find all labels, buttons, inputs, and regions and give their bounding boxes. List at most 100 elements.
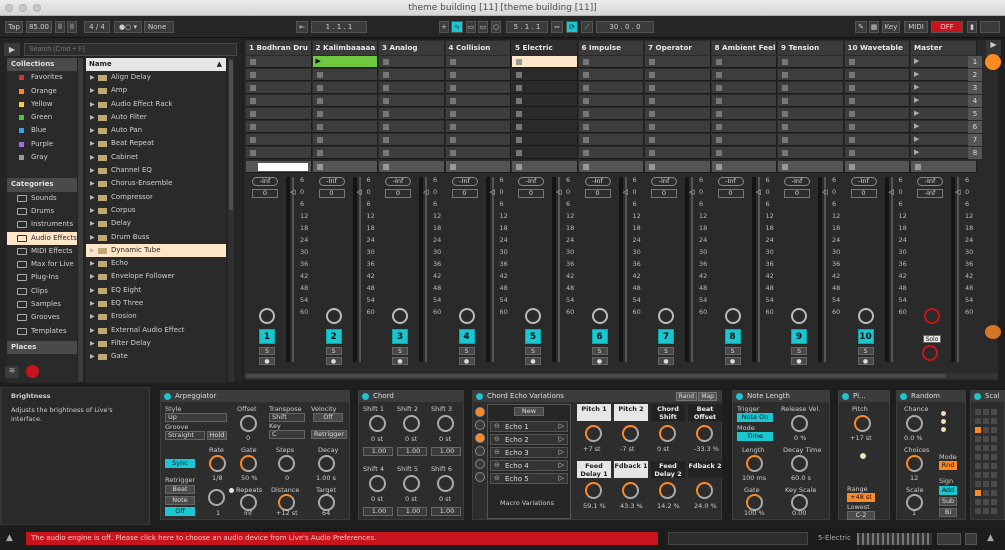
variation-play-icon[interactable]: ▷	[559, 461, 564, 469]
loop-start-field[interactable]: 5 . 1 . 1	[506, 21, 548, 33]
time-signature-field[interactable]: 4 / 4	[84, 21, 110, 33]
volume-fader[interactable]	[558, 177, 560, 362]
scene-number[interactable]: 7	[968, 134, 982, 146]
scale-cell[interactable]	[983, 481, 989, 487]
scene-play-icon[interactable]: ▶	[914, 135, 919, 143]
key-select[interactable]: C	[269, 430, 305, 439]
variation-slot[interactable]: ⊖ Echo 5 ▷	[490, 473, 568, 484]
loop-switch-icon[interactable]: ⟳	[566, 21, 578, 33]
clip-view-toggle-icon[interactable]	[985, 54, 1001, 70]
device-on-icon[interactable]	[974, 393, 981, 400]
fader-handle-icon[interactable]: ◁	[889, 188, 894, 196]
volume-field[interactable]: 0	[717, 189, 744, 198]
clip-stop-row[interactable]	[312, 161, 378, 173]
variation-slot[interactable]: ⊖ Echo 1 ▷	[490, 421, 568, 432]
clip-slot[interactable]: ▶	[312, 56, 378, 68]
peak-level-readout[interactable]: -Inf	[451, 177, 478, 186]
scene-number[interactable]: 3	[968, 82, 982, 94]
clip-slot[interactable]	[312, 134, 378, 146]
clip-stop-icon[interactable]	[649, 137, 655, 143]
browser-list-item[interactable]: ▶ Channel EQ	[86, 164, 226, 177]
clip-stop-icon[interactable]	[250, 150, 256, 156]
scene-launch-slot[interactable]: ▶	[911, 69, 977, 81]
volume-field[interactable]: 0	[252, 189, 278, 198]
expand-triangle-icon[interactable]: ▶	[90, 297, 95, 310]
pitch-knob[interactable]	[854, 415, 871, 432]
clip-slot[interactable]	[778, 121, 844, 133]
scale-cell[interactable]	[991, 463, 997, 469]
peak-level-readout[interactable]: -Inf	[518, 177, 544, 186]
mini-overview[interactable]	[857, 533, 932, 545]
clip-stop-icon[interactable]	[516, 137, 522, 143]
variation-slot[interactable]: ⊖ Echo 4 ▷	[490, 460, 568, 471]
scene-play-icon[interactable]: ▶	[914, 96, 919, 104]
punch-out-icon[interactable]: ⟋	[581, 21, 593, 33]
clip-stop-icon[interactable]	[782, 137, 788, 143]
velocity-field[interactable]: 1.00	[431, 507, 461, 516]
macro-side-icon[interactable]	[475, 420, 485, 430]
clip-slot[interactable]	[844, 121, 910, 133]
mode-rnd-button[interactable]: Rnd	[939, 461, 957, 470]
device-on-icon[interactable]	[842, 393, 849, 400]
collection-item[interactable]: Green	[7, 111, 77, 124]
macro-side-icon[interactable]	[475, 433, 485, 443]
groove-pool-icon[interactable]: ≋	[5, 366, 19, 378]
computer-keyboard-icon[interactable]: ▭	[466, 21, 476, 33]
device-on-icon[interactable]	[736, 393, 743, 400]
expand-triangle-icon[interactable]: ▶	[90, 257, 95, 270]
clip-stop-icon[interactable]	[649, 72, 655, 78]
clip-slot[interactable]	[844, 134, 910, 146]
stop-all-clips[interactable]	[911, 161, 977, 173]
clip-slot[interactable]	[379, 134, 445, 146]
fader-handle-icon[interactable]: ◁	[357, 188, 362, 196]
expand-triangle-icon[interactable]: ▶	[90, 324, 95, 337]
browser-list-item[interactable]: ▶ Align Delay	[86, 71, 226, 84]
clip-stop-icon[interactable]	[715, 150, 722, 156]
track-activator-button[interactable]: 6	[591, 329, 608, 344]
chord-echo-title[interactable]: Chord Echo Variations Rand Map	[473, 391, 721, 402]
close-window-button[interactable]	[5, 4, 13, 12]
clip-slot[interactable]	[445, 69, 511, 81]
clip-stop-icon[interactable]	[649, 98, 655, 104]
shift-knob[interactable]	[369, 415, 386, 432]
collection-item[interactable]: Blue	[7, 124, 77, 137]
retrigger-off-button[interactable]: Off	[165, 507, 195, 516]
track-overview-icon[interactable]	[937, 533, 961, 545]
arpeggiator-title[interactable]: Arpeggiator	[161, 391, 349, 402]
stop-icon[interactable]	[449, 164, 456, 170]
volume-field[interactable]: 0	[584, 189, 611, 198]
scene-number[interactable]: 4	[968, 95, 982, 107]
clip-slot[interactable]	[312, 95, 378, 107]
clip-stop-icon[interactable]	[782, 72, 788, 78]
scale-title[interactable]: Scal	[971, 391, 1004, 402]
collection-item[interactable]: Purple	[7, 138, 77, 151]
scale-cell[interactable]	[991, 490, 997, 496]
clip-slot[interactable]	[512, 95, 578, 107]
fader-handle-icon[interactable]: ◁	[955, 188, 960, 196]
play-icon[interactable]: +	[439, 21, 449, 33]
scale-cell[interactable]	[991, 499, 997, 505]
clip-stop-icon[interactable]	[582, 98, 589, 104]
name-column-header[interactable]: Name ▲	[86, 58, 226, 71]
pan-knob[interactable]	[857, 308, 874, 324]
clip-stop-icon[interactable]	[449, 72, 456, 78]
trigger-select[interactable]: Note On	[737, 413, 773, 422]
pan-knob[interactable]	[392, 308, 408, 324]
clip-stop-icon[interactable]	[715, 98, 722, 104]
clip-stop-icon[interactable]	[316, 111, 323, 117]
volume-fader[interactable]	[624, 177, 627, 362]
chance-knob[interactable]	[906, 415, 923, 432]
browser-list-item[interactable]: ▶ Auto Pan	[86, 124, 226, 137]
clip-slot[interactable]	[645, 147, 711, 159]
clip-stop-icon[interactable]	[582, 111, 589, 117]
loop-length-field[interactable]: 30 . 0 . 0	[596, 21, 654, 33]
variation-slot[interactable]: ⊖ Echo 3 ▷	[490, 447, 568, 458]
solo-button[interactable]: S	[458, 347, 475, 355]
zoom-window-button[interactable]	[33, 4, 41, 12]
follow-icon[interactable]: ⇤	[296, 21, 308, 33]
arm-button[interactable]: ●	[857, 357, 874, 365]
device-on-icon[interactable]	[476, 393, 483, 400]
clip-slot[interactable]	[445, 56, 511, 68]
track-header[interactable]: 3 Analog	[379, 41, 445, 55]
expand-triangle-icon[interactable]: ▶	[90, 71, 95, 84]
